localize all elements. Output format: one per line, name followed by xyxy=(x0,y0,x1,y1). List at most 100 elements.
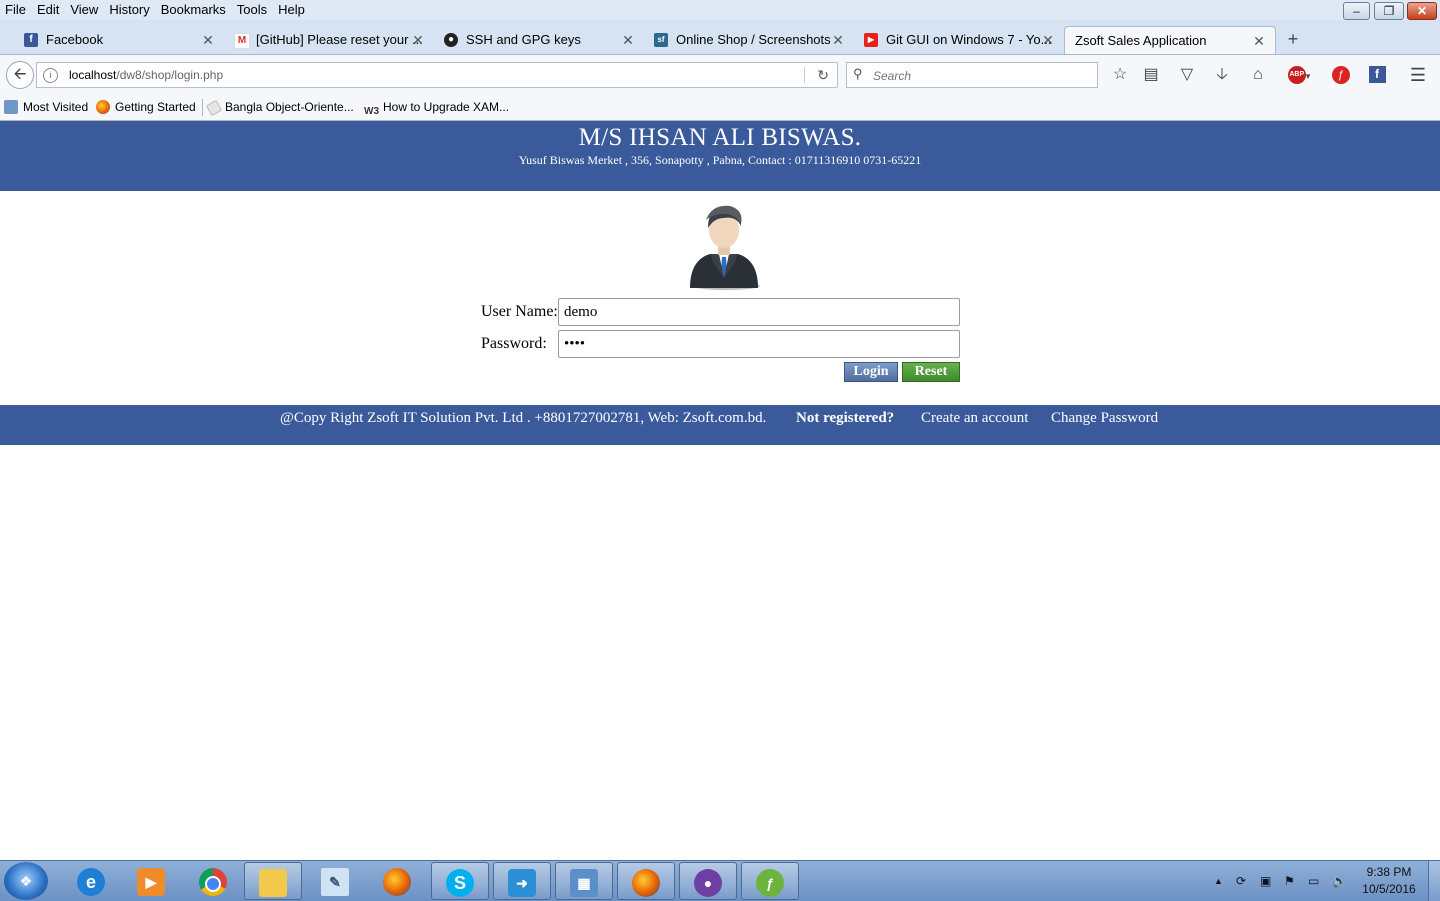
login-button[interactable]: Login xyxy=(844,362,898,382)
address-divider xyxy=(804,67,805,83)
bookmark-label: Most Visited xyxy=(23,100,89,114)
tray-flag-icon[interactable]: ⚑ xyxy=(1284,861,1295,901)
menu-bookmarks[interactable]: Bookmarks xyxy=(156,0,232,19)
change-password-link[interactable]: Change Password xyxy=(1051,408,1158,428)
search-box[interactable]: ⚲ xyxy=(846,62,1098,88)
close-tab-icon[interactable]: ✕ xyxy=(1251,27,1267,54)
username-label: User Name: xyxy=(481,303,558,320)
remote-desktop-icon: ➜ xyxy=(508,869,536,898)
most-visited-icon xyxy=(4,100,18,114)
bookmarks-toolbar: Most Visited Getting Started Bangla Obje… xyxy=(0,95,1440,121)
flash-icon[interactable]: ƒ xyxy=(1329,63,1353,87)
taskbar-remote[interactable]: ➜ xyxy=(493,862,551,900)
reset-button[interactable]: Reset xyxy=(902,362,960,382)
github-icon: ● xyxy=(444,33,458,47)
bookmark-separator xyxy=(202,99,203,116)
home-icon[interactable]: ⌂ xyxy=(1246,63,1270,87)
minimize-button[interactable]: – xyxy=(1343,2,1370,20)
site-address: Yusuf Biswas Merket , 356, Sonapotty , P… xyxy=(518,153,922,167)
bookmark-label: How to Upgrade XAM... xyxy=(383,100,510,114)
site-header: M/S IHSAN ALI BISWAS. Yusuf Biswas Merke… xyxy=(0,121,1440,191)
bookmark-star-icon[interactable]: ☆ xyxy=(1108,63,1132,87)
taskbar-media-player[interactable]: ▶ xyxy=(122,862,180,900)
taskbar-firefox[interactable] xyxy=(617,862,675,900)
tab-github[interactable]: ● SSH and GPG keys ✕ xyxy=(420,26,640,54)
firefox-icon xyxy=(383,868,411,897)
taskbar-skype[interactable]: S xyxy=(431,862,489,900)
menu-edit[interactable]: Edit xyxy=(32,0,65,19)
taskbar: ❖ e ▶ ✎ S ➜ ▦ ● ƒ ▲ ⟳ ▣ ⚑ ▭ 🔈 9:38 PM 10… xyxy=(0,860,1440,901)
taskbar-notepad[interactable]: ✎ xyxy=(306,862,364,900)
taskbar-chrome[interactable] xyxy=(184,862,242,900)
tab-gmail[interactable]: M [GitHub] Please reset your ... ✕ xyxy=(210,26,430,54)
adblock-icon[interactable]: ABP ▾ xyxy=(1284,63,1314,87)
tray-lock-icon[interactable]: ▣ xyxy=(1260,861,1271,901)
pocket-icon[interactable]: ▽ xyxy=(1175,63,1199,87)
password-input[interactable] xyxy=(558,330,960,358)
taskbar-github-desktop[interactable]: ● xyxy=(679,862,737,900)
tray-expand-icon[interactable]: ▲ xyxy=(1214,861,1223,901)
tab-label: [GitHub] Please reset your ... xyxy=(256,32,423,47)
tray-monitor-icon[interactable]: ▭ xyxy=(1308,861,1319,901)
hamburger-menu-icon[interactable]: ☰ xyxy=(1406,63,1430,87)
back-button[interactable]: 🡨 xyxy=(6,61,34,89)
tab-zsoft-active[interactable]: Zsoft Sales Application ✕ xyxy=(1064,26,1276,54)
menu-file[interactable]: File xyxy=(0,0,32,19)
address-bar[interactable]: i localhost/dw8/shop/login.php ↻ xyxy=(36,62,838,88)
clock-time: 9:38 PM xyxy=(1366,865,1412,879)
tab-youtube[interactable]: ▶ Git GUI on Windows 7 - Yo... ✕ xyxy=(840,26,1060,54)
show-desktop-button[interactable] xyxy=(1428,861,1440,901)
close-tab-icon[interactable]: ✕ xyxy=(1040,26,1056,54)
internet-explorer-icon: e xyxy=(77,868,105,897)
taskbar-explorer[interactable] xyxy=(244,862,302,900)
bookmark-label: Getting Started xyxy=(115,100,196,114)
menu-tools[interactable]: Tools xyxy=(232,0,273,19)
search-icon: ⚲ xyxy=(853,66,863,81)
bookmark-upgrade-xampp[interactable]: W3 How to Upgrade XAM... xyxy=(364,95,509,120)
taskbar-dreamweaver[interactable]: ƒ xyxy=(741,862,799,900)
tab-facebook[interactable]: f Facebook ✕ xyxy=(0,26,220,54)
password-label: Password: xyxy=(481,335,547,352)
bookmark-most-visited[interactable]: Most Visited xyxy=(4,95,88,120)
download-icon[interactable]: 🡣 xyxy=(1210,63,1234,87)
info-icon[interactable]: i xyxy=(43,68,58,83)
bookmark-label: Bangla Object-Oriente... xyxy=(225,100,354,114)
site-footer: @Copy Right Zsoft IT Solution Pvt. Ltd .… xyxy=(0,405,1440,445)
facebook-icon: f xyxy=(24,33,38,47)
reading-list-icon[interactable]: ▤ xyxy=(1139,63,1163,87)
bookmark-bangla-oop[interactable]: Bangla Object-Oriente... xyxy=(205,95,354,120)
url-path: /dw8/shop/login.php xyxy=(116,68,224,82)
tab-sourceforge[interactable]: sf Online Shop / Screenshots ✕ xyxy=(630,26,850,54)
close-window-button[interactable]: ✕ xyxy=(1407,2,1437,20)
folder-icon xyxy=(259,869,287,898)
taskbar-firefox-pinned[interactable] xyxy=(368,862,426,900)
user-avatar-icon xyxy=(690,205,760,290)
create-account-link[interactable]: Create an account xyxy=(921,408,1028,428)
not-registered-text: Not registered? xyxy=(796,410,895,426)
nav-bar: 🡨 i localhost/dw8/shop/login.php ↻ ⚲ ☆ ▤… xyxy=(0,54,1440,95)
search-input[interactable] xyxy=(871,65,1095,87)
firefox-icon xyxy=(96,100,110,114)
system-clock[interactable]: 9:38 PM 10/5/2016 xyxy=(1356,864,1422,898)
new-tab-button[interactable]: + xyxy=(1284,26,1302,52)
menu-history[interactable]: History xyxy=(104,0,155,19)
reload-icon[interactable]: ↻ xyxy=(817,65,829,85)
bookmark-getting-started[interactable]: Getting Started xyxy=(96,95,196,120)
chrome-icon xyxy=(199,868,227,897)
tab-label: Online Shop / Screenshots xyxy=(676,32,831,47)
username-input[interactable] xyxy=(558,298,960,326)
tray-volume-icon[interactable]: 🔈 xyxy=(1332,861,1347,901)
start-button[interactable]: ❖ xyxy=(4,862,48,900)
menu-help[interactable]: Help xyxy=(273,0,311,19)
restore-button[interactable]: ❐ xyxy=(1374,2,1404,20)
dreamweaver-icon: ƒ xyxy=(756,869,784,898)
github-cat-icon: ● xyxy=(694,869,722,898)
copyright-text: @Copy Right Zsoft IT Solution Pvt. Ltd .… xyxy=(280,410,767,426)
taskbar-control-panel[interactable]: ▦ xyxy=(555,862,613,900)
notepad-icon: ✎ xyxy=(321,868,349,897)
taskbar-ie[interactable]: e xyxy=(62,862,120,900)
facebook-share-icon[interactable]: f xyxy=(1365,63,1389,87)
menu-view[interactable]: View xyxy=(65,0,104,19)
tray-network-sync-icon[interactable]: ⟳ xyxy=(1236,861,1246,901)
address-text: localhost/dw8/shop/login.php xyxy=(69,63,223,87)
